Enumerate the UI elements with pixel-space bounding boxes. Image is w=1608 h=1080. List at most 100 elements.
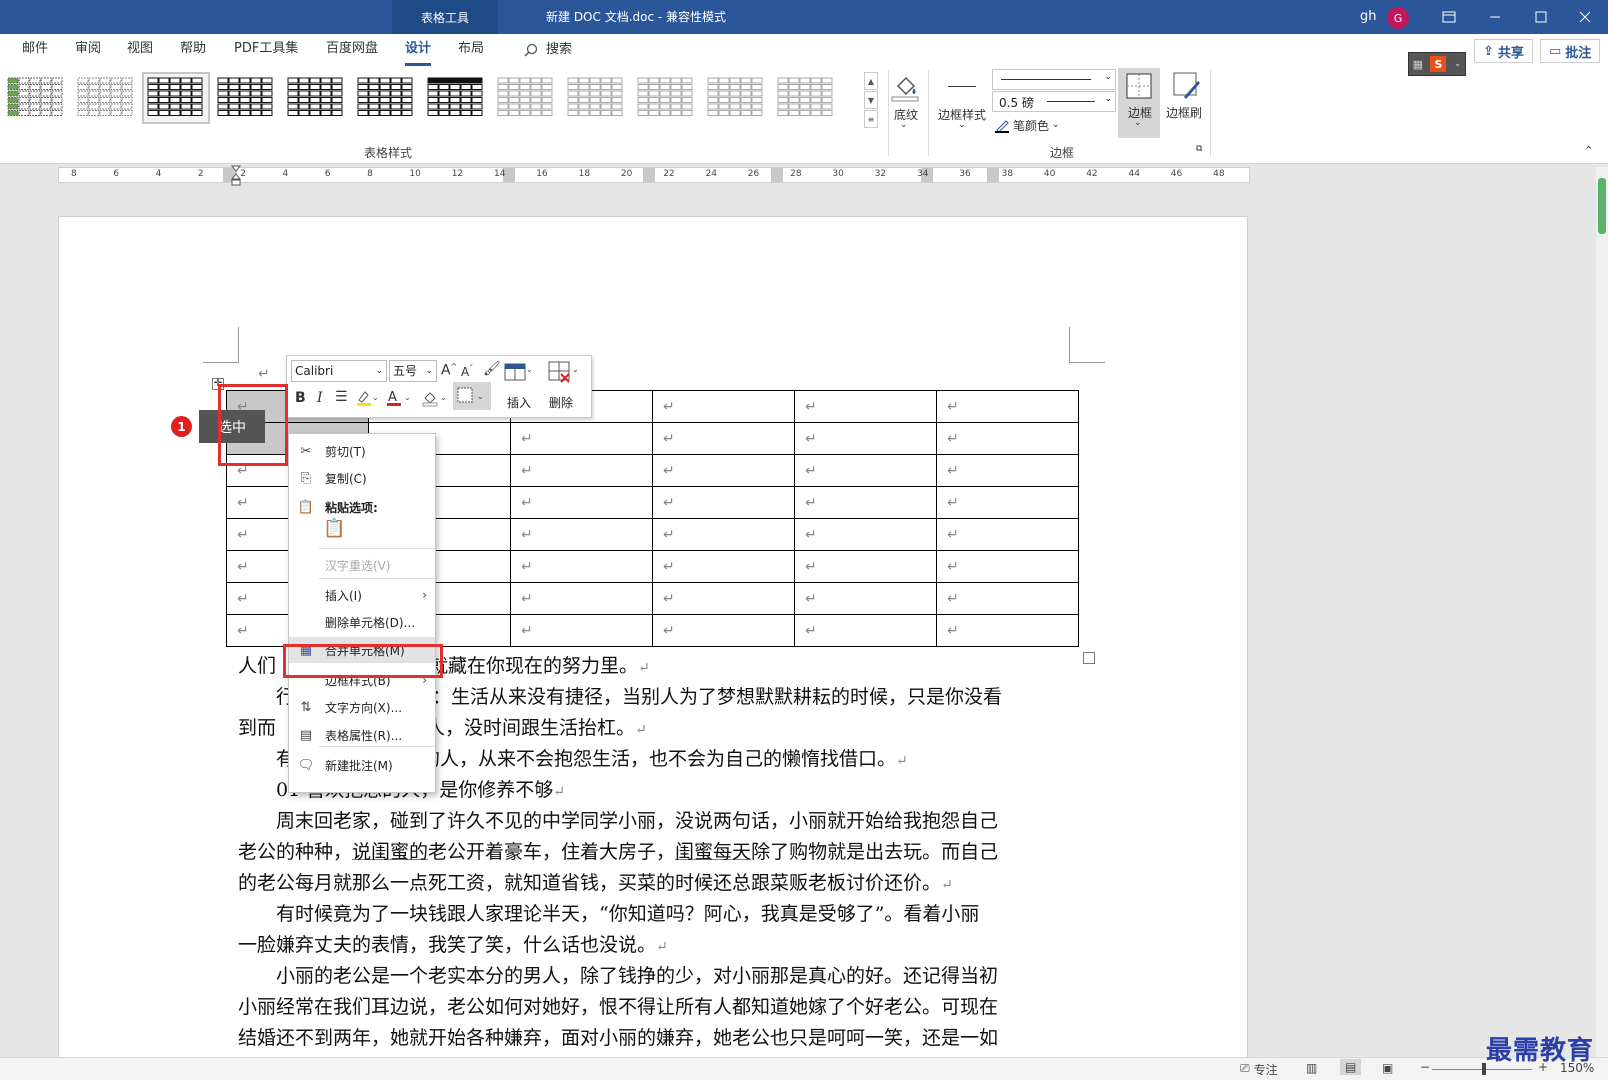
font-color-icon[interactable]: A ⌄ — [385, 388, 411, 412]
border-painter-button[interactable]: 边框刷 — [1164, 68, 1210, 138]
table-cell[interactable]: ↵ — [794, 486, 937, 519]
table-cell[interactable]: ↵ — [936, 518, 1079, 551]
table-style-thumbnail[interactable] — [74, 74, 138, 122]
table-style-thumbnail[interactable] — [494, 74, 558, 122]
table-cell[interactable]: ↵ — [936, 486, 1079, 519]
comments-button[interactable]: ▭ 批注 — [1540, 39, 1601, 63]
menu-item-option-4[interactable]: 插入(I) › — [289, 582, 435, 608]
tab-design[interactable]: 设计 — [405, 34, 432, 66]
table-cell[interactable]: ↵ — [652, 582, 795, 615]
table-cell[interactable]: ↵ — [510, 518, 653, 551]
tab-layout[interactable]: 布局 — [458, 34, 484, 66]
minimize-icon[interactable] — [1472, 0, 1518, 34]
search-box[interactable]: 搜索 — [524, 34, 572, 66]
close-icon[interactable] — [1562, 0, 1608, 34]
font-size-select[interactable]: 五号 ⌄ — [389, 360, 437, 382]
table-cell[interactable]: ↵ — [936, 422, 1079, 455]
tab-pdf-tools[interactable]: PDF工具集 — [234, 34, 298, 66]
table-style-thumbnail[interactable] — [704, 74, 768, 122]
delete-table-button[interactable]: ⌄ 删除 — [543, 358, 587, 416]
table-cell[interactable]: ↵ — [794, 582, 937, 615]
table-cell[interactable]: ↵ — [652, 390, 795, 423]
table-cell[interactable]: ↵ — [794, 614, 937, 647]
zoom-slider[interactable] — [1432, 1063, 1532, 1075]
bold-button[interactable]: B — [295, 390, 306, 406]
ime-toolbar[interactable]: ▦ S ⌄ — [1408, 52, 1466, 76]
vertical-scrollbar[interactable] — [1596, 167, 1608, 1057]
menu-item-copy[interactable]: ⎘ 复制(C) — [289, 465, 435, 491]
share-button[interactable]: ⇪ 共享 — [1474, 39, 1533, 63]
table-cell[interactable]: ↵ — [794, 422, 937, 455]
gallery-scroll-down-icon[interactable]: ▼ — [864, 91, 878, 109]
dialog-launcher-icon[interactable]: ⧉ — [1196, 144, 1202, 154]
table-cell[interactable]: ↵ — [652, 550, 795, 583]
borders-button[interactable]: 边框 ⌄ — [1118, 68, 1160, 138]
shrink-font-icon[interactable]: Aˇ — [461, 364, 473, 379]
indent-marker-icon[interactable] — [230, 165, 242, 187]
table-cell[interactable]: ↵ — [794, 454, 937, 487]
table-cell[interactable]: ↵ — [794, 390, 937, 423]
border-styles-button[interactable]: 边框样式 ⌄ — [936, 70, 988, 134]
print-layout-icon[interactable]: ▤ — [1340, 1059, 1362, 1075]
table-cell[interactable]: ↵ — [652, 518, 795, 551]
italic-button[interactable]: I — [317, 390, 323, 406]
shading-color-icon[interactable]: ⌄ — [421, 388, 447, 412]
table-cell[interactable]: ↵ — [794, 550, 937, 583]
menu-item-option-5[interactable]: 删除单元格(D)... — [289, 609, 435, 635]
tab-review[interactable]: 审阅 — [75, 34, 101, 66]
table-cell[interactable]: ↵ — [510, 582, 653, 615]
table-style-thumbnail[interactable] — [142, 72, 210, 124]
table-style-thumbnail[interactable] — [214, 74, 278, 122]
font-name-select[interactable]: Calibri ⌄ — [291, 360, 387, 382]
line-weight-select[interactable]: 0.5 磅 ⌄ — [992, 91, 1116, 112]
focus-mode-button[interactable]: ⎚ 专注 — [1240, 1061, 1278, 1078]
table-cell[interactable]: ↵ — [794, 518, 937, 551]
paste-keep-text-only-icon[interactable]: 📋 — [323, 518, 347, 544]
table-style-thumbnail[interactable] — [4, 74, 68, 122]
grow-font-icon[interactable]: A^ — [441, 362, 457, 379]
tab-baidu-netdisk[interactable]: 百度网盘 — [326, 34, 378, 66]
maximize-icon[interactable] — [1518, 0, 1564, 34]
table-cell[interactable]: ↵ — [510, 454, 653, 487]
table-cell[interactable]: ↵ — [510, 422, 653, 455]
table-cell[interactable]: ↵ — [936, 614, 1079, 647]
table-style-thumbnail[interactable] — [634, 74, 698, 122]
gallery-more-icon[interactable]: ≡ — [864, 110, 878, 128]
table-cell[interactable]: ↵ — [510, 550, 653, 583]
tab-mailings[interactable]: 邮件 — [22, 34, 48, 66]
line-style-select[interactable]: ⌄ — [992, 69, 1116, 90]
pen-color-button[interactable]: 笔颜色 ⌄ — [994, 115, 1060, 135]
web-layout-icon[interactable]: ▣ — [1382, 1061, 1393, 1075]
table-style-thumbnail[interactable] — [424, 74, 488, 122]
table-cell[interactable]: ↵ — [936, 582, 1079, 615]
scrollbar-thumb[interactable] — [1598, 178, 1606, 234]
menu-item-new-comment[interactable]: 🗨 新建批注(M) — [289, 752, 435, 778]
shading-button[interactable]: 底纹 ⌄ — [886, 70, 922, 134]
table-cell[interactable]: ↵ — [652, 454, 795, 487]
menu-item-scissors[interactable]: ✂ 剪切(T) — [289, 438, 435, 464]
avatar[interactable]: G — [1387, 7, 1409, 29]
table-cell[interactable]: ↵ — [652, 614, 795, 647]
table-cell[interactable]: ↵ — [936, 454, 1079, 487]
table-cell[interactable]: ↵ — [652, 422, 795, 455]
menu-item-paste[interactable]: 📋 粘贴选项: — [289, 494, 435, 520]
user-name[interactable]: gh — [1360, 0, 1377, 34]
ribbon-display-icon[interactable] — [1426, 0, 1472, 34]
table-cell[interactable]: ↵ — [936, 550, 1079, 583]
tab-view[interactable]: 视图 — [127, 34, 153, 66]
center-align-icon[interactable]: ☰ — [335, 389, 348, 405]
highlight-color-icon[interactable]: ⌄ — [355, 388, 379, 412]
table-style-thumbnail[interactable] — [774, 74, 838, 122]
table-cell[interactable]: ↵ — [510, 486, 653, 519]
table-cell[interactable]: ↵ — [652, 486, 795, 519]
menu-item-table-properties[interactable]: ▤ 表格属性(R)... — [289, 722, 435, 748]
borders-mini-button[interactable]: ⌄ — [453, 382, 491, 410]
collapse-ribbon-icon[interactable]: ⌃ — [1584, 144, 1593, 157]
table-style-thumbnail[interactable] — [564, 74, 628, 122]
tab-help[interactable]: 帮助 — [180, 34, 206, 66]
table-cell[interactable]: ↵ — [510, 614, 653, 647]
table-cell[interactable]: ↵ — [936, 390, 1079, 423]
table-style-thumbnail[interactable] — [354, 74, 418, 122]
menu-item-text-direction[interactable]: ⇅ 文字方向(X)... — [289, 694, 435, 720]
table-resize-handle-icon[interactable] — [1083, 652, 1095, 664]
